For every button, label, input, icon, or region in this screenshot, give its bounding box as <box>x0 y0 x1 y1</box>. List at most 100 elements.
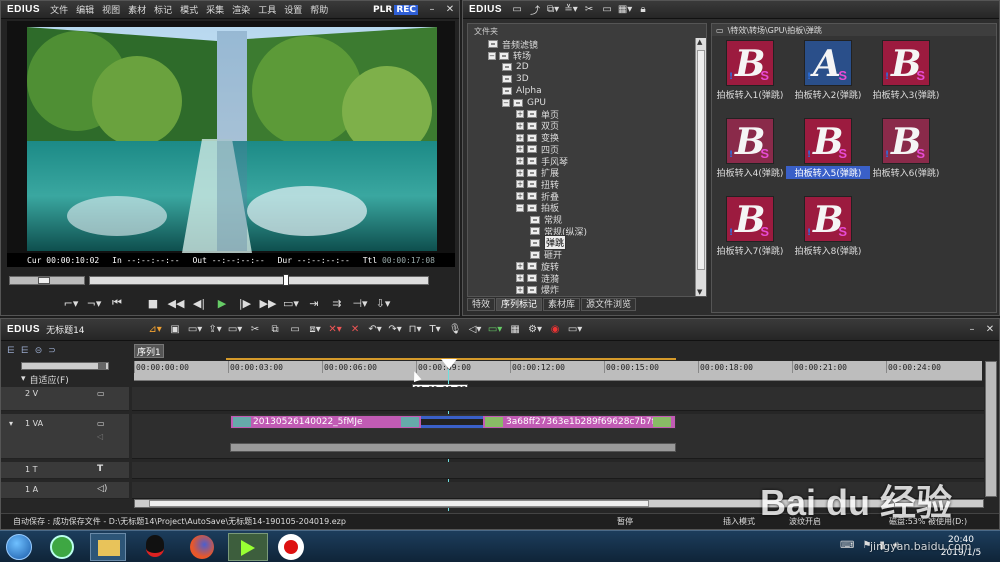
effect-thumbnail[interactable]: B! S <box>804 196 852 242</box>
effect-thumbnail[interactable]: B! S <box>882 118 930 164</box>
tree-item[interactable]: + 变换 <box>516 132 559 144</box>
position-scrubber[interactable] <box>89 274 429 286</box>
set-in-icon[interactable]: ⌐▾ <box>61 297 81 310</box>
expand-icon[interactable]: − <box>488 51 496 60</box>
link-icon[interactable]: ⊝ <box>35 346 43 356</box>
browser-360-icon[interactable] <box>50 535 74 559</box>
tree-item[interactable]: Alpha <box>502 85 542 97</box>
mode-icon-2[interactable]: ⋿ <box>21 346 29 356</box>
ruler[interactable]: 00:00:00:00 00:00:03:00 00:00:06:00 00:00:0… <box>134 361 982 381</box>
undo-capture-icon[interactable]: ▭▾ <box>227 323 243 337</box>
title-icon[interactable]: T▾ <box>427 323 443 337</box>
tree-scrollbar[interactable]: ▲ ▼ <box>695 38 706 296</box>
shuttle-slider[interactable] <box>9 276 85 285</box>
expand-icon[interactable]: + <box>516 192 524 201</box>
expand-icon[interactable]: + <box>516 274 524 282</box>
menu-item-7[interactable]: 渲染 <box>228 3 254 16</box>
effect-thumbnail[interactable]: B! S <box>726 196 774 242</box>
menu-item-2[interactable]: 视图 <box>98 3 124 16</box>
menu-item-5[interactable]: 模式 <box>176 3 202 16</box>
volume-icon[interactable]: 🔊︎ <box>893 540 899 551</box>
ripple-delete-icon[interactable]: ✕ <box>347 323 363 337</box>
track-body-1a[interactable] <box>132 482 984 499</box>
voiceover-icon[interactable]: 🎙︎ <box>447 323 463 337</box>
cut-clip-icon[interactable]: ✂ <box>247 323 263 337</box>
video-clip[interactable]: 20130526140022_5fMJe 3a68ff27363e1b289f6… <box>230 415 676 429</box>
plr-label[interactable]: PLR <box>371 5 394 15</box>
record-icon[interactable]: ◉ <box>547 323 563 337</box>
track-head-1a[interactable]: 1 A ◁) <box>1 482 129 499</box>
expand-icon[interactable]: + <box>516 168 524 177</box>
copy-icon[interactable]: ⧉ <box>267 323 283 337</box>
track-head-1va[interactable]: ▾ 1 VA ▭ ◁ <box>1 414 129 459</box>
firefox-icon[interactable] <box>190 535 214 559</box>
menu-item-6[interactable]: 采集 <box>202 3 228 16</box>
tree-item[interactable]: 3D <box>502 73 529 85</box>
delete-clip-icon[interactable]: ✕▾ <box>327 323 343 337</box>
tree-item[interactable]: + 手风琴 <box>516 155 568 168</box>
folder-icon[interactable]: ▭ <box>509 3 525 17</box>
fast-forward-icon[interactable]: ▶▶ <box>258 297 278 310</box>
minimize-icon[interactable]: – <box>424 3 440 17</box>
timeline-close-icon[interactable]: ✕ <box>982 323 998 337</box>
library-tab[interactable]: 特效 <box>467 298 496 311</box>
audio-clip[interactable] <box>230 443 676 452</box>
expand-icon[interactable]: + <box>516 145 524 154</box>
set-out-icon[interactable]: ¬▾ <box>84 297 104 310</box>
expand-icon[interactable]: − <box>502 98 510 107</box>
sequence-tab[interactable]: 序列1 <box>134 344 164 358</box>
timeline-scrollbar[interactable] <box>134 499 984 508</box>
export-file-icon[interactable]: ⇪▾ <box>207 323 223 337</box>
audio-mute-icon[interactable]: ◁▾ <box>467 323 483 337</box>
new-folder-icon[interactable]: ⧉▾ <box>545 3 561 17</box>
mixer-icon[interactable]: ▦ <box>507 323 523 337</box>
prev-edit-icon[interactable]: ⏮ <box>107 296 127 310</box>
tree-item[interactable]: 砸开 <box>530 249 562 261</box>
open-project-icon[interactable]: ▣ <box>167 323 183 337</box>
step-forward-icon[interactable]: |▶ <box>235 297 255 310</box>
zoom-slider[interactable] <box>21 362 109 370</box>
new-sequence-icon[interactable]: ⊿▾ <box>147 323 163 337</box>
track-body-1t[interactable] <box>132 462 984 479</box>
loop-icon[interactable]: ▭▾ <box>281 297 301 310</box>
track-body-2v[interactable] <box>132 387 984 411</box>
expand-icon[interactable]: − <box>516 203 524 212</box>
playhead-handle[interactable] <box>441 359 457 369</box>
view-icon[interactable]: ▦▾ <box>617 3 633 17</box>
tree-item[interactable]: + 爆炸 <box>516 284 559 296</box>
delete-icon[interactable]: ▭ <box>599 3 615 17</box>
sync-icon[interactable]: ⊃ <box>48 346 56 356</box>
effect-thumbnail[interactable]: B! S <box>882 40 930 86</box>
recorder-icon[interactable] <box>278 534 304 560</box>
effect-thumbnail[interactable]: B! S <box>726 118 774 164</box>
transition-marker[interactable] <box>421 416 483 428</box>
keyboard-icon[interactable]: ⌨ <box>840 540 854 551</box>
track-title-icon[interactable]: T <box>97 464 103 474</box>
tree-item[interactable]: 音频滤镜 <box>488 38 538 51</box>
library-tab[interactable]: 源文件浏览 <box>581 298 637 311</box>
ripple-status[interactable]: 波纹开启 <box>789 516 821 527</box>
lock-icon[interactable]: 🔒︎ <box>635 3 651 17</box>
tree-item[interactable]: − 拍板 <box>516 202 559 214</box>
menu-item-8[interactable]: 工具 <box>254 3 280 16</box>
tree-item[interactable]: 弹跳 <box>530 235 567 251</box>
paste-icon[interactable]: ▭ <box>287 323 303 337</box>
play-icon[interactable]: ▶ <box>212 297 232 310</box>
library-tab[interactable]: 素材库 <box>543 298 581 311</box>
fit-dropdown[interactable]: ▾ 自适应(F) <box>21 373 117 386</box>
file-explorer-icon[interactable] <box>90 533 126 561</box>
close-icon[interactable]: ✕ <box>442 3 458 17</box>
expand-icon[interactable]: + <box>516 157 524 165</box>
up-folder-icon[interactable]: ⤴ <box>527 3 543 17</box>
insert-edit-icon[interactable]: ⇥ <box>304 297 324 310</box>
effect-thumbnail[interactable]: B! S <box>726 40 774 86</box>
track-head-1t[interactable]: 1 T T <box>1 462 129 479</box>
redo-icon[interactable]: ↷▾ <box>387 323 403 337</box>
tree-item[interactable]: + 扭转 <box>516 178 559 191</box>
stop-icon[interactable]: ■ <box>143 297 163 310</box>
tree-item[interactable]: − 转场 <box>488 50 531 62</box>
menu-item-0[interactable]: 文件 <box>46 3 72 16</box>
rewind-icon[interactable]: ◀◀ <box>166 297 186 310</box>
tree-item[interactable]: 常规 <box>530 214 562 226</box>
snap-icon[interactable]: ⊓▾ <box>407 323 423 337</box>
